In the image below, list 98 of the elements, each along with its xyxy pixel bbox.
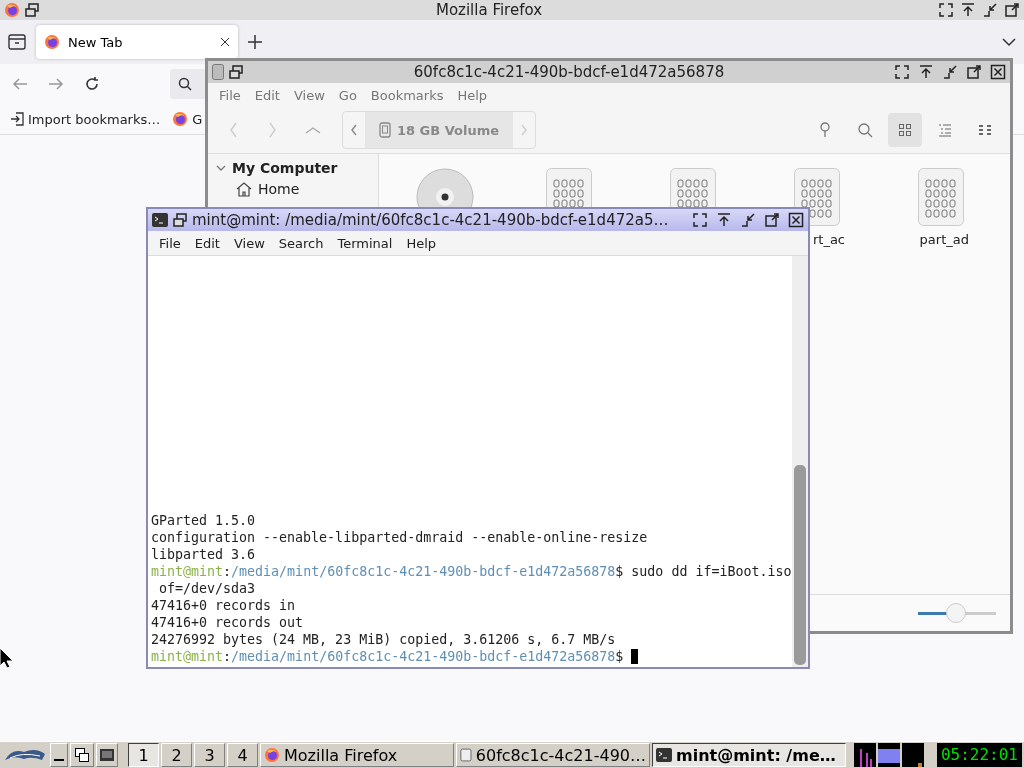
grid-view-icon xyxy=(898,123,912,137)
minimize-icon[interactable] xyxy=(740,212,756,228)
slider-thumb[interactable] xyxy=(946,603,967,623)
close-icon[interactable] xyxy=(788,212,804,228)
menu-item[interactable]: File xyxy=(154,235,186,251)
terminal-line: libparted 3.6 xyxy=(151,546,257,563)
terminal-line: mint@mint:/media/mint/60fc8c1c-4c21-490b-bdcf-e1d472a56878$ xyxy=(151,648,792,665)
close-icon[interactable] xyxy=(220,37,230,47)
restore-icon[interactable] xyxy=(228,64,244,80)
taskbar-task[interactable]: Mozilla Firefox xyxy=(260,743,454,767)
move-to-top-icon[interactable] xyxy=(716,212,732,228)
drive-icon xyxy=(379,122,391,138)
search-icon xyxy=(178,77,192,91)
terminal-icon xyxy=(656,748,672,762)
workspace-button[interactable]: 1 xyxy=(128,743,159,767)
list-view-icon xyxy=(938,123,952,137)
menu-item[interactable]: Help xyxy=(401,235,442,251)
close-icon[interactable] xyxy=(990,64,1006,80)
terminal-icon xyxy=(100,749,114,761)
window-title: mint@mint: /media/mint/60fc8c1c-4c21-490b-bdcf-e1d472a5… xyxy=(192,211,670,229)
sidebar-item[interactable]: Home xyxy=(208,178,378,200)
terminal-line: 47416+0 records in xyxy=(151,597,297,614)
chevron-left-icon xyxy=(351,124,357,136)
new-tab-icon[interactable] xyxy=(248,35,262,49)
menu-item[interactable]: View xyxy=(228,235,270,251)
pin-icon xyxy=(819,122,831,138)
menu-item[interactable]: Edit xyxy=(249,87,285,103)
zoom-slider[interactable] xyxy=(918,603,996,623)
chevron-right-icon xyxy=(269,122,277,138)
workspace-button[interactable]: 4 xyxy=(227,743,258,767)
network-graph-icon xyxy=(878,743,900,767)
menu-item[interactable]: Help xyxy=(452,87,493,103)
minimize-icon[interactable] xyxy=(942,64,958,80)
taskbar-task[interactable]: mint@mint: /me… xyxy=(652,743,846,767)
firefox-icon xyxy=(264,747,280,763)
terminal-icon xyxy=(152,213,168,227)
move-to-top-icon[interactable] xyxy=(960,2,976,18)
fullscreen-icon[interactable] xyxy=(938,2,954,18)
firefox-icon xyxy=(44,34,60,50)
house-icon xyxy=(236,181,252,197)
drive-icon xyxy=(460,747,472,763)
menu-item[interactable]: File xyxy=(214,87,246,103)
tab-list-icon[interactable] xyxy=(8,34,26,50)
scrollbar[interactable] xyxy=(792,256,808,667)
back-icon[interactable] xyxy=(12,77,28,91)
memory-graph-icon xyxy=(902,743,924,767)
window-title: 60fc8c1c-4c21-490b-bdcf-e1d472a56878 xyxy=(412,63,726,81)
terminal-line: of=/dev/sda3 xyxy=(158,580,257,597)
file-name[interactable]: rt_ac xyxy=(812,232,845,247)
menu-item[interactable]: Go xyxy=(333,87,362,103)
maximize-icon[interactable] xyxy=(1004,2,1020,18)
cpu-graph-icon xyxy=(854,743,876,767)
menu-item[interactable]: Search xyxy=(273,235,329,251)
menu-item[interactable]: Terminal xyxy=(332,235,398,251)
menu-item[interactable]: Edit xyxy=(189,235,225,251)
window-list-button[interactable] xyxy=(70,743,94,767)
minimize-icon xyxy=(54,759,64,761)
fullscreen-icon[interactable] xyxy=(894,64,910,80)
chevron-down-icon[interactable] xyxy=(1002,37,1016,47)
menu-item[interactable]: Bookmarks xyxy=(365,87,449,103)
maximize-icon[interactable] xyxy=(764,212,780,228)
firefox-icon xyxy=(172,111,189,127)
terminal-line: 47416+0 records out xyxy=(151,614,305,631)
binary-file-icon xyxy=(918,168,964,226)
restore-icon[interactable] xyxy=(24,2,40,18)
file-name[interactable]: part_ad xyxy=(919,232,969,247)
workspace-button[interactable]: 2 xyxy=(161,743,192,767)
bookmark-item[interactable]: G xyxy=(172,111,203,127)
move-to-top-icon[interactable] xyxy=(918,64,934,80)
terminal-line: configuration --enable-libparted-dmraid --enable-online-resize xyxy=(151,529,649,546)
sidebar-section[interactable]: My Computer xyxy=(232,160,338,176)
terminal-launcher-button[interactable] xyxy=(96,743,118,767)
taskbar-task[interactable]: 60fc8c1c-4c21-490… xyxy=(456,743,650,767)
compact-view-icon xyxy=(978,123,992,137)
reload-icon[interactable] xyxy=(84,76,100,92)
terminal-line: GParted 1.5.0 xyxy=(151,512,257,529)
chevron-right-icon xyxy=(521,124,528,136)
chevron-up-icon xyxy=(305,126,321,134)
window-title: Mozilla Firefox xyxy=(434,1,544,19)
minimize-icon[interactable] xyxy=(982,2,998,18)
terminal-line: 24276992 bytes (24 MB, 23 MiB) copied, 3.61206 s, 6.7 MB/s xyxy=(151,631,617,648)
fullscreen-icon[interactable] xyxy=(692,212,708,228)
import-icon xyxy=(10,112,24,126)
menu-item[interactable]: View xyxy=(288,87,330,103)
restore-icon[interactable] xyxy=(172,212,188,228)
search-icon xyxy=(857,122,873,138)
workspace-button[interactable]: 3 xyxy=(194,743,225,767)
maximize-icon[interactable] xyxy=(966,64,982,80)
bookmark-item[interactable]: Import bookmarks… xyxy=(10,111,161,127)
firefox-icon xyxy=(4,2,20,18)
chevron-left-icon xyxy=(229,122,237,138)
browser-tab[interactable]: New Tab xyxy=(36,25,238,59)
forward-icon[interactable] xyxy=(48,77,64,91)
show-desktop-button[interactable] xyxy=(50,743,68,767)
view-button[interactable] xyxy=(888,113,922,147)
terminal-line: mint@mint:/media/mint/60fc8c1c-4c21-490b-bdcf-e1d472a56878$ sudo dd if=iBoot.iso xyxy=(151,563,792,580)
clock: 05:22:01 xyxy=(936,743,1022,767)
windows-icon xyxy=(74,747,90,763)
